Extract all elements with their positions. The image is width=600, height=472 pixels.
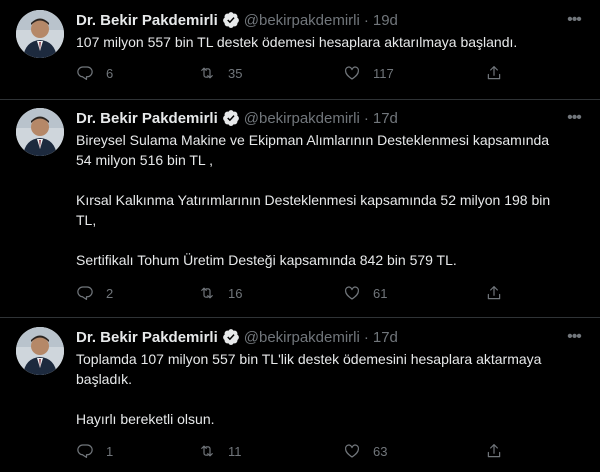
like-count: 63 — [373, 443, 388, 459]
tweet-actions: 6 35 117 — [76, 64, 516, 84]
like-count: 117 — [373, 65, 394, 81]
avatar[interactable] — [16, 327, 64, 375]
tweet-text-line: 107 milyon 557 bin TL destek ödemesi hes… — [76, 34, 518, 50]
author-name[interactable]: Dr. Bekir Pakdemirli — [76, 329, 218, 346]
like-icon — [345, 444, 359, 458]
share-button[interactable] — [485, 442, 503, 460]
avatar[interactable] — [16, 108, 64, 156]
author-handle[interactable]: @bekirpakdemirli — [244, 12, 360, 29]
verified-badge-icon — [222, 110, 239, 126]
like-button[interactable]: 117 — [343, 64, 394, 82]
retweet-button[interactable]: 16 — [198, 284, 242, 302]
timestamp[interactable]: 17d — [373, 110, 398, 127]
timestamp[interactable]: 17d — [373, 329, 398, 346]
tweet-feed: Dr. Bekir Pakdemirli @bekirpakdemirli · … — [0, 0, 600, 472]
reply-icon — [77, 286, 93, 300]
tweet-text-line: Hayırlı bereketli olsun. — [76, 411, 215, 427]
tweet-header: Dr. Bekir Pakdemirli @bekirpakdemirli · … — [76, 10, 588, 30]
more-options-icon[interactable]: ••• — [564, 10, 584, 30]
tweet-text-line: TL, — [76, 212, 97, 228]
separator-dot: · — [363, 11, 369, 29]
like-count: 61 — [373, 285, 388, 301]
tweet-text: Toplamda 107 milyon 557 bin TL'lik deste… — [76, 349, 588, 429]
more-options-icon[interactable]: ••• — [564, 108, 584, 128]
share-icon — [487, 66, 501, 80]
tweet[interactable]: Dr. Bekir Pakdemirli @bekirpakdemirli · … — [0, 0, 600, 100]
share-button[interactable] — [485, 64, 503, 82]
like-button[interactable]: 63 — [343, 442, 387, 460]
reply-icon — [77, 444, 93, 458]
reply-button[interactable]: 6 — [76, 64, 113, 82]
tweet-header: Dr. Bekir Pakdemirli @bekirpakdemirli · … — [76, 327, 588, 347]
tweet[interactable]: Dr. Bekir Pakdemirli @bekirpakdemirli · … — [0, 318, 600, 472]
tweet-text: Bireysel Sulama Makine ve Ekipman Alımla… — [76, 130, 588, 270]
like-icon — [345, 66, 359, 80]
tweet-text-line: başladık. — [76, 371, 133, 387]
author-name[interactable]: Dr. Bekir Pakdemirli — [76, 110, 218, 127]
tweet-text-line: Sertifikalı Tohum Üretim Desteği kapsamı… — [76, 252, 457, 268]
retweet-button[interactable]: 11 — [198, 442, 242, 460]
author-name[interactable]: Dr. Bekir Pakdemirli — [76, 12, 218, 29]
retweet-icon — [201, 287, 213, 299]
verified-badge-icon — [222, 329, 239, 345]
reply-count: 6 — [106, 65, 114, 81]
like-icon — [345, 286, 359, 300]
retweet-count: 16 — [228, 285, 243, 301]
tweet-text-line: 54 milyon 516 bin TL , — [76, 152, 213, 168]
separator-dot: · — [363, 109, 369, 127]
more-options-icon[interactable]: ••• — [564, 327, 584, 347]
tweet-text: 107 milyon 557 bin TL destek ödemesi hes… — [76, 32, 588, 52]
timestamp[interactable]: 19d — [373, 12, 398, 29]
like-button[interactable]: 61 — [343, 284, 387, 302]
reply-count: 1 — [106, 443, 114, 459]
avatar[interactable] — [16, 10, 64, 58]
retweet-button[interactable]: 35 — [198, 64, 242, 82]
tweet-text-line: Toplamda 107 milyon 557 bin TL'lik deste… — [76, 351, 542, 367]
share-button[interactable] — [485, 284, 503, 302]
tweet-actions: 2 16 61 — [76, 284, 516, 304]
reply-button[interactable]: 2 — [76, 284, 113, 302]
tweet-text-line: Bireysel Sulama Makine ve Ekipman Alımla… — [76, 132, 550, 148]
tweet-header: Dr. Bekir Pakdemirli @bekirpakdemirli · … — [76, 108, 588, 128]
tweet-text-line: Kırsal Kalkınma Yatırımlarının Desteklen… — [76, 192, 551, 208]
tweet[interactable]: Dr. Bekir Pakdemirli @bekirpakdemirli · … — [0, 100, 600, 318]
retweet-icon — [201, 67, 213, 79]
reply-count: 2 — [106, 285, 114, 301]
verified-badge-icon — [222, 12, 239, 28]
reply-icon — [77, 66, 93, 80]
retweet-count: 11 — [228, 443, 242, 459]
tweet-actions: 1 11 63 — [76, 442, 516, 462]
separator-dot: · — [363, 328, 369, 346]
retweet-count: 35 — [228, 65, 243, 81]
share-icon — [487, 286, 501, 300]
author-handle[interactable]: @bekirpakdemirli — [244, 329, 360, 346]
share-icon — [487, 444, 501, 458]
retweet-icon — [201, 445, 213, 457]
reply-button[interactable]: 1 — [76, 442, 113, 460]
author-handle[interactable]: @bekirpakdemirli — [244, 110, 360, 127]
